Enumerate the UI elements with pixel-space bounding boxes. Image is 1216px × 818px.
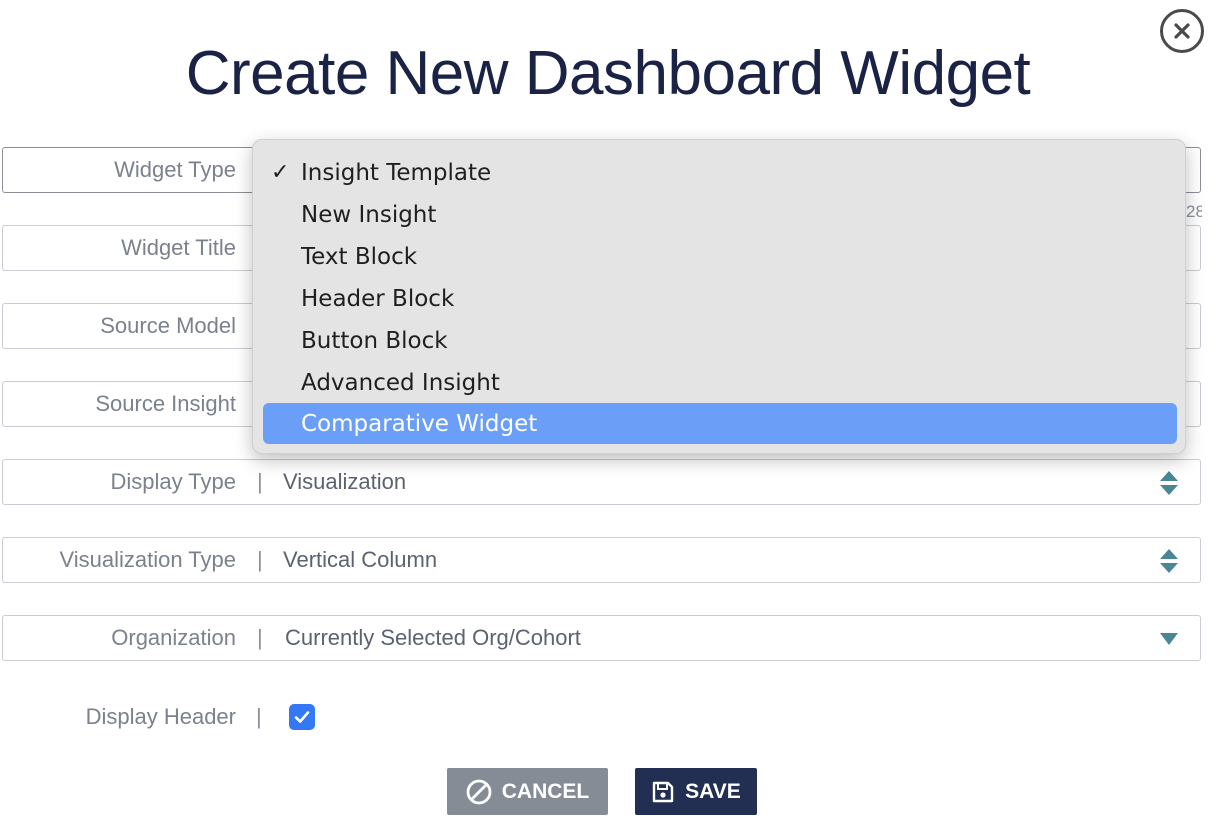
dialog-title: Create New Dashboard Widget — [185, 39, 1031, 108]
separator: | — [256, 704, 262, 729]
menu-item-new-insight[interactable]: New Insight — [263, 194, 1177, 235]
menu-item-label: Insight Template — [301, 159, 492, 186]
menu-item-advanced-insight[interactable]: Advanced Insight — [263, 362, 1177, 403]
save-button-label: SAVE — [685, 779, 741, 803]
menu-item-label: Header Block — [301, 285, 455, 312]
widget-title-label: Widget Title — [121, 235, 236, 260]
cancel-button-label: CANCEL — [501, 779, 590, 803]
source-model-label: Source Model — [100, 313, 236, 338]
menu-item-text-block[interactable]: Text Block — [263, 236, 1177, 277]
widget-type-dropdown-menu: ✓ Insight Template New Insight Text Bloc… — [252, 139, 1186, 454]
organization-select[interactable]: Organization | Currently Selected Org/Co… — [2, 615, 1201, 661]
menu-item-label: Comparative Widget — [301, 410, 538, 437]
cancel-ban-icon — [466, 779, 492, 804]
menu-item-button-block[interactable]: Button Block — [263, 320, 1177, 361]
menu-item-header-block[interactable]: Header Block — [263, 278, 1177, 319]
display-type-label: Display Type — [110, 469, 236, 494]
separator: | — [257, 625, 263, 650]
chevron-down-icon[interactable] — [1158, 631, 1180, 647]
up-down-stepper-icon[interactable] — [1158, 547, 1180, 575]
visualization-type-label: Visualization Type — [59, 547, 236, 572]
display-header-checkbox[interactable] — [289, 704, 315, 730]
visualization-type-value: Vertical Column — [283, 547, 438, 572]
checkmark-icon: ✓ — [271, 160, 290, 185]
menu-item-label: Text Block — [301, 243, 418, 270]
organization-value: Currently Selected Org/Cohort — [285, 625, 581, 650]
visualization-type-select[interactable]: Visualization Type | Vertical Column — [2, 537, 1201, 583]
menu-item-label: Button Block — [301, 327, 448, 354]
separator: | — [257, 547, 263, 572]
display-type-select[interactable]: Display Type | Visualization — [2, 459, 1201, 505]
source-insight-label: Source Insight — [95, 391, 236, 416]
display-header-label: Display Header — [85, 704, 236, 729]
organization-label: Organization — [111, 625, 236, 650]
checkmark-icon — [294, 711, 310, 723]
menu-item-comparative-widget[interactable]: Comparative Widget — [263, 403, 1177, 444]
menu-item-label: Advanced Insight — [301, 369, 500, 396]
menu-item-label: New Insight — [301, 201, 437, 228]
menu-item-insight-template[interactable]: ✓ Insight Template — [263, 152, 1177, 193]
save-button[interactable]: SAVE — [635, 768, 757, 815]
up-down-stepper-icon[interactable] — [1158, 469, 1180, 497]
widget-type-label: Widget Type — [114, 157, 236, 182]
floppy-disk-icon — [652, 781, 674, 802]
separator: | — [257, 469, 263, 494]
display-type-value: Visualization — [283, 469, 407, 494]
cancel-button[interactable]: CANCEL — [447, 768, 608, 815]
title-char-count: 28 — [1186, 202, 1202, 221]
